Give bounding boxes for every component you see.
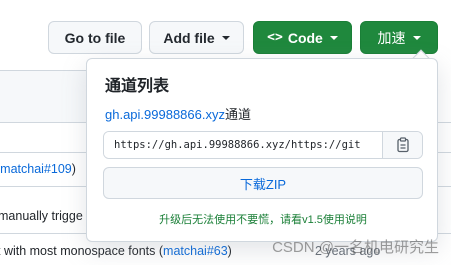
csdn-watermark: CSDN @一名机电研究生	[272, 239, 439, 256]
copy-url-button[interactable]	[382, 132, 422, 158]
add-file-button[interactable]: Add file	[149, 21, 244, 54]
commit-message-prefix: t with most monospace fonts (	[0, 244, 164, 258]
clone-url-box	[103, 131, 423, 159]
mirror-host: gh.api.99988866.xyz	[105, 107, 225, 122]
upgrade-notice-link[interactable]: 升级后无法使用不要慌，请看v1.5使用说明	[87, 211, 439, 227]
mirror-channel-label: gh.api.99988866.xyz通道	[105, 104, 251, 123]
download-zip-button[interactable]: 下载ZIP	[103, 167, 423, 199]
accelerate-label: 加速	[377, 29, 406, 46]
accelerate-button[interactable]: 加速	[360, 21, 438, 54]
go-to-file-button[interactable]: Go to file	[48, 21, 142, 54]
code-label: Code	[287, 29, 323, 46]
caret-down-icon	[412, 35, 421, 40]
add-file-label: Add file	[163, 29, 215, 46]
caret-down-icon	[329, 35, 338, 40]
mirror-suffix: 通道	[224, 107, 251, 122]
caret-down-icon	[221, 35, 230, 40]
code-button[interactable]: <> Code	[253, 21, 352, 54]
copy-clipboard-icon	[396, 137, 409, 153]
commit-message-suffix: )	[227, 244, 232, 258]
commit-issue-link[interactable]: matchai#63	[163, 244, 228, 258]
commit-issue-link[interactable]: matchai#109	[0, 162, 72, 176]
go-to-file-label: Go to file	[64, 29, 126, 46]
commit-message-suffix: )	[71, 162, 76, 176]
code-brackets-icon: <>	[267, 30, 283, 45]
download-zip-label: 下载ZIP	[239, 176, 287, 192]
popover-title: 通道列表	[105, 78, 170, 95]
clone-url-input[interactable]	[104, 132, 382, 158]
mirror-popover: 通道列表 gh.api.99988866.xyz通道 下载ZIP 升级后无法使用…	[86, 58, 438, 242]
commit-message: manually trigge	[0, 209, 83, 223]
